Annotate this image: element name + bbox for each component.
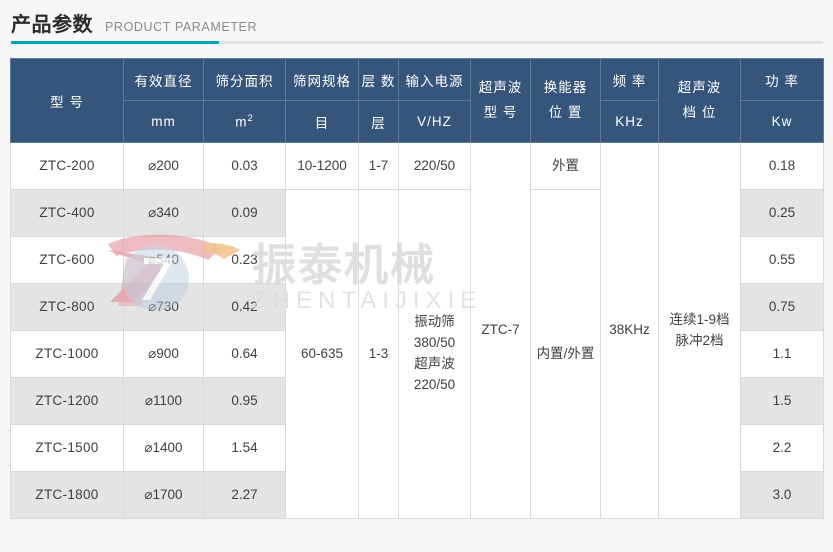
cell-power-input-line4: 220/50	[414, 377, 455, 392]
cell-model: ZTC-600	[11, 237, 124, 284]
table-body: ZTC-200 ⌀200 0.03 10-1200 1-7 220/50 ZTC…	[11, 143, 824, 519]
col-unit-area: m2	[204, 101, 286, 143]
page-subtitle: PRODUCT PARAMETER	[105, 20, 257, 34]
cell-area: 0.03	[204, 143, 286, 190]
title-divider	[11, 41, 823, 44]
cell-power: 2.2	[741, 425, 824, 472]
col-header-ultrasonic-model: 超声波 型 号	[471, 59, 531, 143]
cell-power: 0.25	[741, 190, 824, 237]
cell-power: 0.55	[741, 237, 824, 284]
cell-diameter: ⌀1700	[124, 472, 204, 519]
spec-table-container: 型 号 有效直径 筛分面积 筛网规格 层 数 输入电源 超声波 型 号 换能器 …	[10, 58, 823, 519]
section-header: 产品参数 PRODUCT PARAMETER	[0, 0, 833, 48]
cell-transducer-position-merged: 内置/外置	[531, 190, 601, 519]
cell-model: ZTC-1800	[11, 472, 124, 519]
cell-area: 0.23	[204, 237, 286, 284]
header-row-primary: 型 号 有效直径 筛分面积 筛网规格 层 数 输入电源 超声波 型 号 换能器 …	[11, 59, 824, 101]
table-header: 型 号 有效直径 筛分面积 筛网规格 层 数 输入电源 超声波 型 号 换能器 …	[11, 59, 824, 143]
col-unit-layers: 层	[359, 101, 399, 143]
cell-area: 0.42	[204, 284, 286, 331]
cell-diameter: ⌀900	[124, 331, 204, 378]
page-title: 产品参数	[11, 8, 93, 37]
col-header-diameter: 有效直径	[124, 59, 204, 101]
cell-power: 1.5	[741, 378, 824, 425]
cell-power: 3.0	[741, 472, 824, 519]
section-title-row: 产品参数 PRODUCT PARAMETER	[11, 8, 257, 37]
col-unit-power: Kw	[741, 101, 824, 143]
cell-ultrasonic-gear-merged: 连续1-9档 脉冲2档	[659, 143, 741, 519]
cell-area: 1.54	[204, 425, 286, 472]
cell-area: 2.27	[204, 472, 286, 519]
col-header-ultrasonic-gear: 超声波 档 位	[659, 59, 741, 143]
col-header-model: 型 号	[11, 59, 124, 143]
cell-layers-merged: 1-3	[359, 190, 399, 519]
cell-model: ZTC-1200	[11, 378, 124, 425]
cell-layers: 1-7	[359, 143, 399, 190]
col-header-power-input: 输入电源	[399, 59, 471, 101]
col-header-power: 功 率	[741, 59, 824, 101]
cell-model: ZTC-1000	[11, 331, 124, 378]
cell-mesh: 10-1200	[286, 143, 359, 190]
title-accent-bar	[11, 41, 219, 44]
col-header-transducer-position-line1: 换能器	[544, 80, 588, 95]
cell-model: ZTC-400	[11, 190, 124, 237]
col-header-ultrasonic-model-line1: 超声波	[479, 80, 523, 95]
cell-power-input-merged: 振动筛 380/50 超声波 220/50	[399, 190, 471, 519]
col-header-area: 筛分面积	[204, 59, 286, 101]
cell-frequency-merged: 38KHz	[601, 143, 659, 519]
cell-area: 0.64	[204, 331, 286, 378]
cell-diameter: ⌀1100	[124, 378, 204, 425]
cell-model: ZTC-200	[11, 143, 124, 190]
col-unit-mesh: 目	[286, 101, 359, 143]
cell-transducer-position: 外置	[531, 143, 601, 190]
cell-power: 0.75	[741, 284, 824, 331]
cell-model: ZTC-800	[11, 284, 124, 331]
cell-power-input: 220/50	[399, 143, 471, 190]
col-header-ultrasonic-gear-line2: 档 位	[683, 105, 717, 120]
cell-power-input-line3: 超声波	[414, 356, 455, 371]
cell-diameter: ⌀200	[124, 143, 204, 190]
cell-diameter: ⌀540	[124, 237, 204, 284]
col-unit-area-base: m	[235, 115, 247, 130]
cell-diameter: ⌀1400	[124, 425, 204, 472]
cell-power-input-line2: 380/50	[414, 335, 455, 350]
cell-ultrasonic-gear-line2: 脉冲2档	[675, 333, 723, 348]
cell-area: 0.09	[204, 190, 286, 237]
col-unit-power-input: V/HZ	[399, 101, 471, 143]
cell-diameter: ⌀730	[124, 284, 204, 331]
col-header-transducer-position: 换能器 位 置	[531, 59, 601, 143]
col-unit-area-exponent: 2	[247, 113, 253, 124]
cell-ultrasonic-gear-line1: 连续1-9档	[669, 312, 729, 327]
cell-model: ZTC-1500	[11, 425, 124, 472]
cell-power: 1.1	[741, 331, 824, 378]
cell-ultrasonic-model-merged: ZTC-7	[471, 143, 531, 519]
cell-power: 0.18	[741, 143, 824, 190]
col-header-frequency: 频 率	[601, 59, 659, 101]
col-header-ultrasonic-gear-line1: 超声波	[678, 80, 722, 95]
col-unit-frequency: KHz	[601, 101, 659, 143]
cell-mesh-merged: 60-635	[286, 190, 359, 519]
cell-area: 0.95	[204, 378, 286, 425]
col-header-ultrasonic-model-line2: 型 号	[484, 105, 518, 120]
col-unit-diameter: mm	[124, 101, 204, 143]
col-header-mesh: 筛网规格	[286, 59, 359, 101]
cell-power-input-line1: 振动筛	[414, 314, 455, 329]
col-header-layers: 层 数	[359, 59, 399, 101]
table-row: ZTC-200 ⌀200 0.03 10-1200 1-7 220/50 ZTC…	[11, 143, 824, 190]
cell-diameter: ⌀340	[124, 190, 204, 237]
product-parameter-table: 型 号 有效直径 筛分面积 筛网规格 层 数 输入电源 超声波 型 号 换能器 …	[10, 58, 824, 519]
col-header-transducer-position-line2: 位 置	[549, 105, 583, 120]
